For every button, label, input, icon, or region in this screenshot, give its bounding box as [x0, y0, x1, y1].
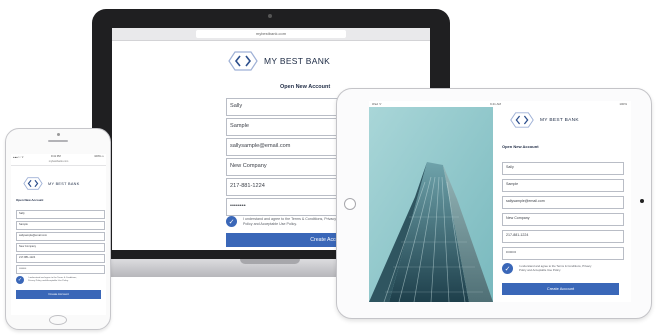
tablet-camera: [640, 199, 644, 203]
status-carrier: iPad ᯤ: [372, 102, 382, 106]
terms-text: I understand and agree to the Terms & Co…: [28, 277, 77, 282]
bank-logo-icon: [510, 112, 534, 128]
bank-logo: MY BEST BANK: [23, 177, 80, 190]
laptop-hinge-notch: [240, 259, 300, 264]
phone-home-button: [49, 315, 67, 325]
terms-text: I understand and agree to the Terms & Co…: [243, 217, 337, 226]
email-field[interactable]: sallysample@email.com: [16, 232, 105, 241]
url-field[interactable]: mybestbank.com: [196, 30, 346, 38]
skyscraper-image: [369, 107, 493, 302]
checkmark-icon[interactable]: ✓: [502, 263, 513, 274]
create-account-button[interactable]: Create Account: [16, 290, 101, 299]
phone-screen: ●●●○○ ᯤ 9:41 PM 100% ▭ mybestbank.com MY…: [11, 154, 106, 315]
status-signal: ●●●○○ ᯤ: [13, 156, 24, 159]
checkmark-icon[interactable]: ✓: [16, 276, 24, 284]
tablet-home-button: [344, 198, 356, 210]
company-field[interactable]: New Company: [16, 243, 105, 252]
phone-speaker: [48, 140, 68, 142]
checkmark-icon[interactable]: ✓: [226, 216, 237, 227]
phone-field[interactable]: 217-881-1224: [502, 230, 624, 243]
skyscraper-photo: [369, 107, 493, 302]
browser-address-bar: mybestbank.com: [112, 28, 430, 41]
phone-status-bar: ●●●○○ ᯤ 9:41 PM 100% ▭: [11, 154, 106, 159]
status-time: 9:41 AM: [490, 102, 502, 106]
brand-name: MY BEST BANK: [48, 181, 80, 186]
laptop-camera: [268, 14, 272, 18]
first-name-field[interactable]: Sally: [16, 210, 105, 219]
bank-logo: MY BEST BANK: [509, 112, 579, 128]
bank-logo-icon: [23, 177, 43, 190]
bank-logo-icon: [228, 51, 258, 71]
terms-text: I understand and agree to the Terms & Co…: [519, 263, 592, 272]
password-field[interactable]: ••••••••: [502, 247, 624, 260]
form-title: Open New Account: [16, 198, 44, 202]
status-time: 9:41 PM: [51, 155, 61, 158]
status-battery: 100%: [619, 102, 627, 106]
last-name-field[interactable]: Sample: [16, 221, 105, 230]
password-field[interactable]: ••••••••: [16, 265, 105, 274]
terms-agreement: ✓ I understand and agree to the Terms & …: [502, 263, 622, 274]
create-account-button[interactable]: Create Account: [502, 283, 619, 295]
form-title: Open New Account: [280, 84, 331, 90]
terms-agreement: ✓ I understand and agree to the Terms & …: [16, 276, 104, 284]
phone-camera: [57, 133, 60, 136]
form-title: Open New Account: [502, 144, 539, 149]
brand-name: MY BEST BANK: [540, 117, 579, 123]
bank-logo: MY BEST BANK: [228, 51, 330, 71]
phone-field[interactable]: 217-881-1224: [16, 254, 105, 263]
first-name-field[interactable]: Sally: [502, 162, 624, 175]
status-battery: 100% ▭: [94, 155, 104, 158]
url-field[interactable]: mybestbank.com: [11, 160, 106, 166]
last-name-field[interactable]: Sample: [502, 179, 624, 192]
company-field[interactable]: New Company: [502, 213, 624, 226]
tablet-screen: iPad ᯤ 9:41 AM 100% MY BEST BANK Open Ne…: [369, 101, 631, 302]
brand-name: MY BEST BANK: [264, 56, 331, 66]
email-field[interactable]: sallysample@email.com: [502, 196, 624, 209]
